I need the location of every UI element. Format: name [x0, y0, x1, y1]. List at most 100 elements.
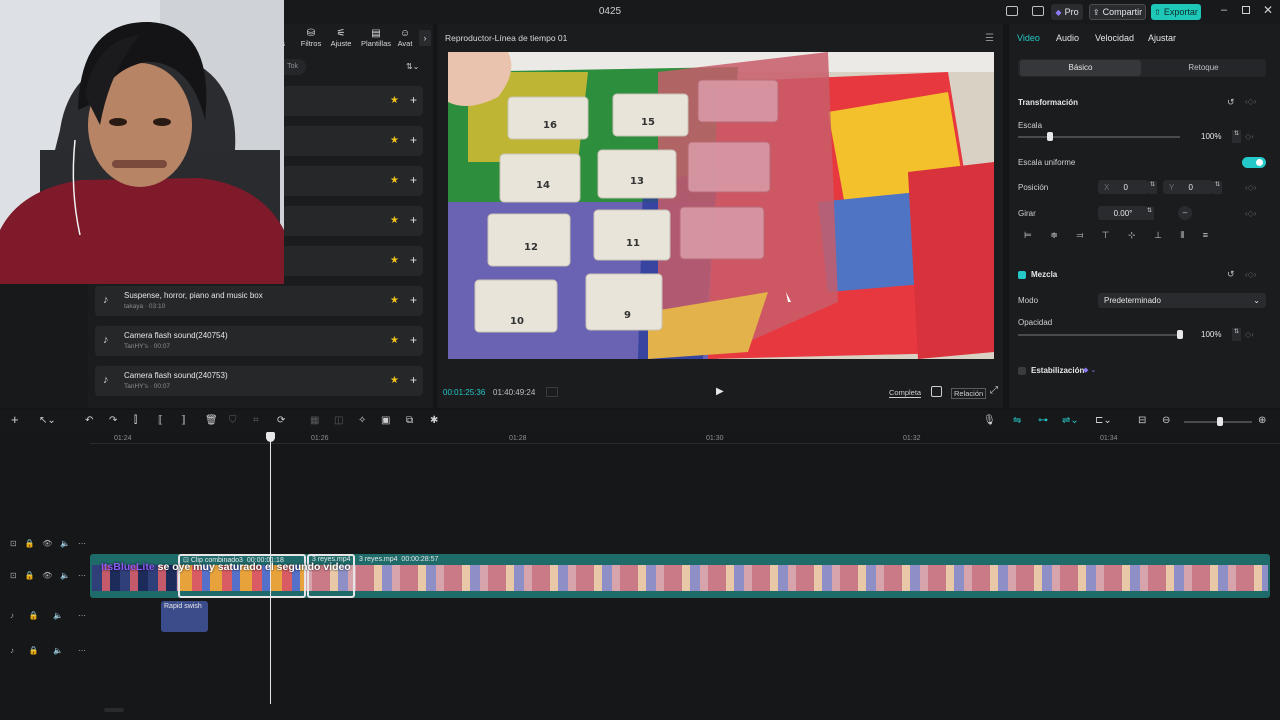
split-left-icon[interactable]: ⟦	[158, 415, 163, 426]
speaker-icon[interactable]: 🔈	[60, 571, 70, 580]
split-right-icon[interactable]: ⟧	[181, 415, 186, 426]
select-tool-icon[interactable]: ↖⌄	[39, 415, 56, 426]
position-y-stepper[interactable]: ⇅	[1213, 181, 1222, 194]
eye-icon[interactable]: 👁	[42, 539, 52, 548]
add-icon[interactable]: +	[410, 373, 417, 387]
add-icon[interactable]: +	[410, 333, 417, 347]
star-icon[interactable]: ★	[390, 95, 401, 106]
tab-avatar[interactable]: ☺ Avat	[392, 28, 418, 48]
shield-icon[interactable]: ⛉	[229, 415, 237, 426]
tabs-next-button[interactable]: ›	[419, 30, 431, 46]
add-icon[interactable]: +	[410, 253, 417, 267]
more-icon[interactable]: ⋯	[78, 571, 86, 580]
scale-value[interactable]: 100%	[1201, 132, 1221, 141]
more-icon[interactable]: ⋯	[78, 646, 86, 655]
scale-slider[interactable]	[1018, 136, 1180, 138]
eye-icon[interactable]: 👁	[42, 571, 52, 580]
add-icon[interactable]: +	[410, 173, 417, 187]
star-icon[interactable]: ★	[390, 335, 401, 346]
align-middle-icon[interactable]: ⊹	[1128, 230, 1136, 246]
mode-select[interactable]: Predeterminado ⌄	[1098, 293, 1266, 308]
shortcuts-icon[interactable]	[1032, 6, 1044, 16]
video-preview[interactable]: 16 15 14 13 12 11 10 9	[448, 52, 994, 359]
tab-video[interactable]: Video	[1017, 33, 1040, 43]
opacity-slider[interactable]	[1018, 334, 1180, 336]
scale-stepper[interactable]: ⇅	[1232, 130, 1241, 143]
fullscreen-icon[interactable]: ⤢	[990, 385, 998, 396]
tab-speed[interactable]: Velocidad	[1095, 33, 1134, 43]
menu-icon[interactable]: ☰	[985, 33, 994, 44]
minimize-icon[interactable]: –	[1221, 4, 1227, 16]
distribute-v-icon[interactable]: ≡	[1203, 230, 1208, 246]
list-item[interactable]: ♪ Camera flash sound(240753) TanHY's · 0…	[95, 366, 423, 396]
speaker-icon[interactable]: 🔈	[53, 611, 63, 620]
video-track-icon[interactable]: ⊡	[10, 571, 17, 580]
rotate-input[interactable]: 0.00°	[1098, 206, 1148, 220]
replace-icon[interactable]: ⧉	[406, 415, 413, 426]
keyframe-icon[interactable]: ‹◇›	[1245, 97, 1256, 106]
opacity-value[interactable]: 100%	[1201, 330, 1221, 339]
rotate-stepper[interactable]: ⇅	[1145, 207, 1154, 220]
more-icon[interactable]: ⋯	[78, 611, 86, 620]
zoom-out-icon[interactable]: ⊖	[1162, 415, 1170, 426]
position-y-input[interactable]: Y0	[1163, 180, 1213, 194]
zoom-slider-knob[interactable]	[1217, 417, 1223, 426]
audio-track-icon[interactable]: ♪	[10, 646, 14, 655]
list-item[interactable]: ♪ Suspense, horror, piano and music box …	[95, 286, 423, 316]
play-button[interactable]: ▶	[716, 386, 724, 397]
lock-icon[interactable]: 🔒	[25, 571, 35, 580]
tab-adjust[interactable]: Ajustar	[1148, 33, 1176, 43]
add-icon[interactable]: +	[410, 133, 417, 147]
redo-icon[interactable]: ↷	[109, 415, 117, 426]
link-main-icon[interactable]: ⇋	[1013, 415, 1021, 426]
close-icon[interactable]: ✕	[1263, 3, 1273, 17]
align-right-icon[interactable]: ⫤	[1076, 230, 1083, 246]
star-icon[interactable]: ★	[390, 295, 401, 306]
section-blend[interactable]: Mezcla	[1031, 270, 1057, 279]
auto-cut-icon[interactable]: ✱	[430, 415, 438, 426]
audio-track-icon[interactable]: ♪	[10, 611, 14, 620]
playhead[interactable]	[270, 436, 271, 704]
align-left-icon[interactable]: ⊨	[1024, 230, 1032, 246]
magic-icon[interactable]: ✧	[358, 415, 366, 426]
add-icon[interactable]: +	[410, 93, 417, 107]
tab-ajuste[interactable]: ⚟ Ajuste	[324, 28, 358, 48]
keyframe-icon[interactable]: ◇›	[1245, 132, 1254, 141]
star-icon[interactable]: ★	[390, 175, 401, 186]
split-icon[interactable]: ⫿	[134, 415, 137, 426]
more-icon[interactable]: ⋯	[78, 539, 86, 548]
lock-icon[interactable]: 🔒	[29, 611, 39, 620]
list-item[interactable]: ♪ Camera flash sound(240754) TanHY's · 0…	[95, 326, 423, 356]
align-top-icon[interactable]: ⊤	[1102, 230, 1110, 246]
export-button[interactable]: ⇧ Exportar	[1151, 4, 1201, 20]
full-quality-button[interactable]: Completa	[889, 388, 922, 398]
preview-axis-icon[interactable]: ⊏⌄	[1095, 415, 1112, 426]
stabilization-checkbox[interactable]	[1018, 367, 1026, 375]
share-button[interactable]: ⇪ Compartir	[1089, 4, 1146, 20]
sort-filter-icon[interactable]: ⇅⌄	[406, 62, 419, 71]
scale-slider-knob[interactable]	[1047, 132, 1054, 141]
microphone-icon[interactable]: 🎙	[983, 415, 996, 426]
star-icon[interactable]: ★	[390, 135, 401, 146]
delete-icon[interactable]: 🗑	[205, 415, 218, 426]
undo-icon[interactable]: ↶	[85, 415, 93, 426]
tab-plantillas[interactable]: ▤ Plantillas	[359, 28, 393, 48]
star-icon[interactable]: ★	[390, 255, 401, 266]
keyframe-icon[interactable]: ‹◇›	[1245, 183, 1256, 192]
caption-icon[interactable]: ⊟	[1138, 415, 1146, 426]
lock-icon[interactable]: 🔒	[25, 539, 35, 548]
magnet-icon[interactable]: ⊶	[1038, 415, 1048, 426]
timeline-scrollbar[interactable]	[104, 708, 124, 712]
tab-filtros[interactable]: ⛁ Filtros	[294, 28, 328, 48]
opacity-stepper[interactable]: ⇅	[1232, 328, 1241, 341]
subtab-basic[interactable]: Básico	[1020, 60, 1141, 76]
star-icon[interactable]: ★	[390, 375, 401, 386]
align-center-icon[interactable]: ≑	[1050, 230, 1058, 246]
caption-track-icon[interactable]: ⊡	[10, 539, 17, 548]
add-track-icon[interactable]: +	[11, 412, 19, 427]
blend-checkbox[interactable]	[1018, 271, 1026, 279]
speaker-icon[interactable]: 🔈	[60, 539, 70, 548]
freeze-icon[interactable]: ▦	[310, 415, 319, 426]
crop-icon[interactable]: ⌗	[253, 415, 259, 426]
layout-icon[interactable]	[1006, 6, 1018, 16]
